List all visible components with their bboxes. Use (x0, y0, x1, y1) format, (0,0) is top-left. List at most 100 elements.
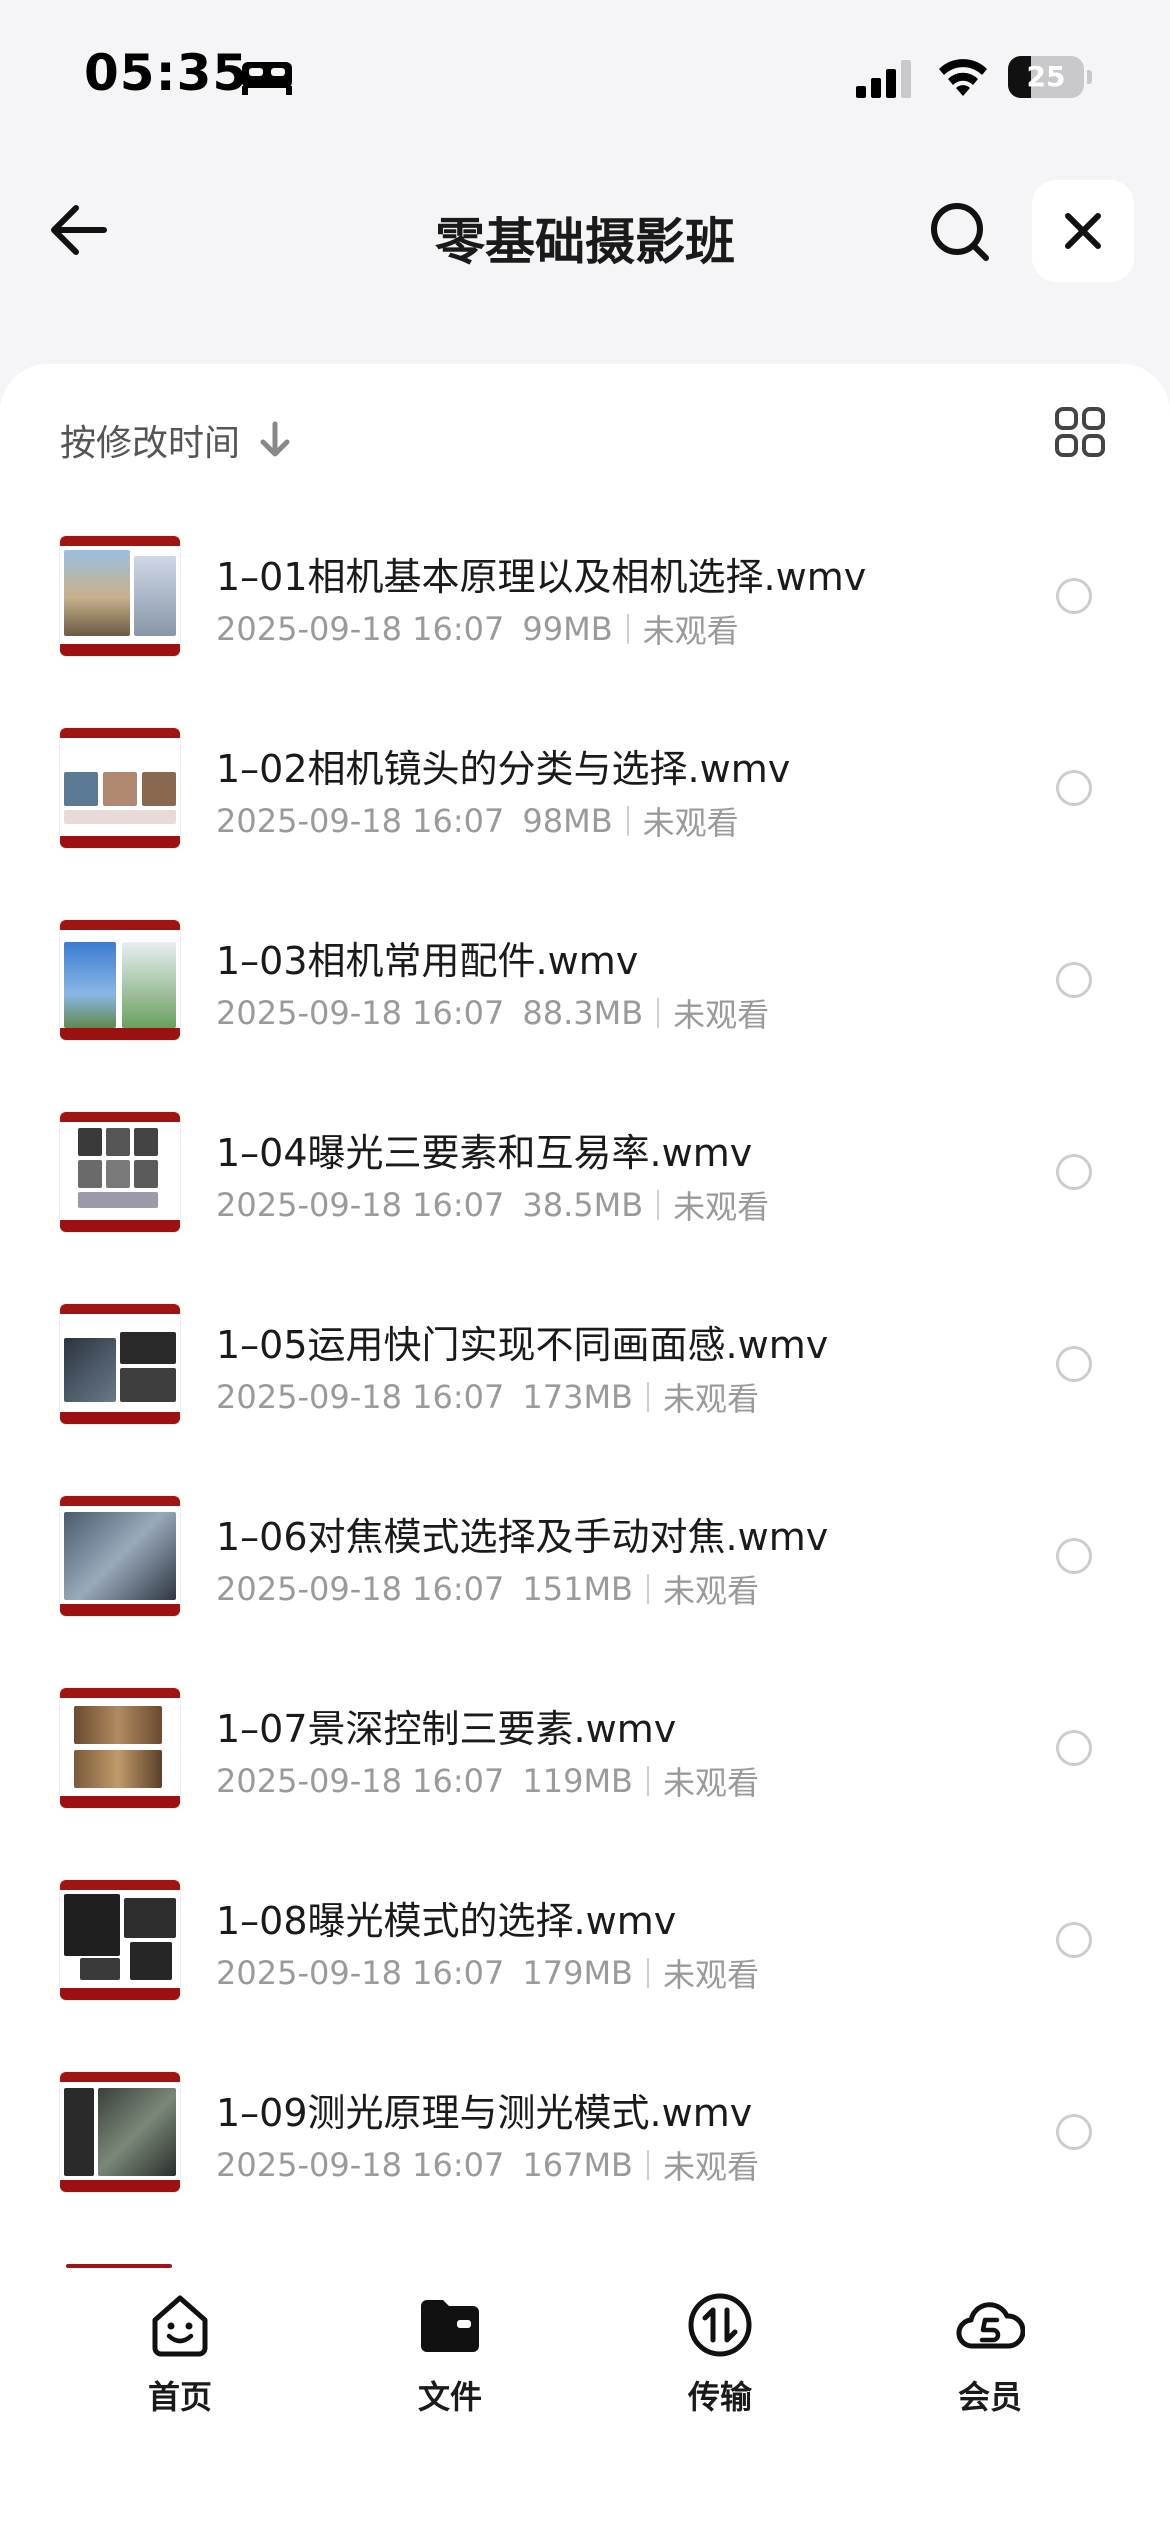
file-item[interactable]: 1–01相机基本原理以及相机选择.wmv 2025-09-18 16:07 99… (0, 534, 1170, 726)
bed-icon (242, 62, 292, 95)
bottom-tab-bar: 首页 文件 传输 会员 (0, 2268, 1170, 2532)
watch-status: 未观看 (642, 612, 739, 650)
file-item[interactable]: 1–04曝光三要素和互易率.wmv 2025-09-18 16:07 38.5M… (0, 1110, 1170, 1302)
file-date: 2025-09-18 16:07 (216, 610, 505, 648)
file-size: 119MB (522, 1762, 633, 1800)
select-radio[interactable] (1056, 1538, 1092, 1574)
video-thumbnail (60, 1880, 180, 2000)
search-icon[interactable] (928, 200, 992, 264)
tab-vip[interactable]: 会员 (900, 2290, 1080, 2440)
watch-status: 未观看 (663, 1956, 760, 1994)
status-bar: 05:35 25 (0, 0, 1170, 150)
watch-status: 未观看 (663, 1764, 760, 1802)
video-thumbnail (60, 536, 180, 656)
file-meta: 2025-09-18 16:07 38.5MB 未观看 (216, 1182, 769, 1228)
watch-status: 未观看 (663, 1572, 760, 1610)
file-meta: 2025-09-18 16:07 119MB 未观看 (216, 1758, 759, 1804)
file-item[interactable]: 1–03相机常用配件.wmv 2025-09-18 16:07 88.3MB 未… (0, 918, 1170, 1110)
sort-control[interactable]: 按修改时间 (60, 410, 292, 470)
sort-label: 按修改时间 (60, 423, 241, 464)
signal-icon (856, 60, 911, 98)
file-size: 173MB (522, 1378, 633, 1416)
file-date: 2025-09-18 16:07 (216, 994, 505, 1032)
file-meta: 2025-09-18 16:07 151MB 未观看 (216, 1566, 759, 1612)
file-size: 167MB (522, 2146, 633, 2184)
file-name: 1–05运用快门实现不同画面感.wmv (216, 1323, 829, 1367)
file-size: 38.5MB (522, 1186, 644, 1224)
video-thumbnail (60, 1112, 180, 1232)
tab-label: 首页 (147, 2378, 212, 2416)
file-size: 98MB (522, 802, 613, 840)
select-radio[interactable] (1056, 1346, 1092, 1382)
select-radio[interactable] (1056, 962, 1092, 998)
arrow-down-icon (260, 421, 290, 457)
file-name: 1–07景深控制三要素.wmv (216, 1707, 677, 1751)
file-item[interactable]: 1–08曝光模式的选择.wmv 2025-09-18 16:07 179MB 未… (0, 1878, 1170, 2070)
transfer-icon (688, 2293, 752, 2357)
watch-status: 未观看 (673, 1188, 770, 1226)
file-item[interactable]: 1–09测光原理与测光模式.wmv 2025-09-18 16:07 167MB… (0, 2070, 1170, 2262)
watch-status: 未观看 (642, 804, 739, 842)
tab-files[interactable]: 文件 (360, 2290, 540, 2440)
grid-view-icon[interactable] (1054, 406, 1106, 458)
file-list: 1–01相机基本原理以及相机选择.wmv 2025-09-18 16:07 99… (0, 534, 1170, 2262)
select-radio[interactable] (1056, 1730, 1092, 1766)
file-date: 2025-09-18 16:07 (216, 1378, 505, 1416)
close-button[interactable] (1032, 180, 1134, 282)
file-date: 2025-09-18 16:07 (216, 802, 505, 840)
select-radio[interactable] (1056, 2114, 1092, 2150)
tab-label: 传输 (687, 2378, 752, 2416)
file-meta: 2025-09-18 16:07 99MB 未观看 (216, 606, 739, 652)
header: 零基础摄影班 (0, 170, 1170, 290)
tab-label: 会员 (957, 2378, 1022, 2416)
file-name: 1–04曝光三要素和互易率.wmv (216, 1131, 753, 1175)
file-size: 179MB (522, 1954, 633, 1992)
tab-transfer[interactable]: 传输 (630, 2290, 810, 2440)
tab-label: 文件 (417, 2378, 482, 2416)
watch-status: 未观看 (673, 996, 770, 1034)
folder-icon (421, 2300, 479, 2352)
video-thumbnail (60, 1496, 180, 1616)
file-item[interactable]: 1–05运用快门实现不同画面感.wmv 2025-09-18 16:07 173… (0, 1302, 1170, 1494)
file-date: 2025-09-18 16:07 (216, 1762, 505, 1800)
file-date: 2025-09-18 16:07 (216, 2146, 505, 2184)
tab-home[interactable]: 首页 (90, 2290, 270, 2440)
select-radio[interactable] (1056, 1154, 1092, 1190)
file-item[interactable]: 1–07景深控制三要素.wmv 2025-09-18 16:07 119MB 未… (0, 1686, 1170, 1878)
file-name: 1–09测光原理与测光模式.wmv (216, 2091, 753, 2135)
smile-face-icon (152, 2295, 208, 2357)
file-meta: 2025-09-18 16:07 88.3MB 未观看 (216, 990, 769, 1036)
video-thumbnail (60, 2072, 180, 2192)
select-radio[interactable] (1056, 578, 1092, 614)
battery-level: 25 (1026, 60, 1066, 93)
watch-status: 未观看 (663, 1380, 760, 1418)
file-name: 1–02相机镜头的分类与选择.wmv (216, 747, 791, 791)
file-name: 1–08曝光模式的选择.wmv (216, 1899, 677, 1943)
file-date: 2025-09-18 16:07 (216, 1570, 505, 1608)
video-thumbnail (60, 1688, 180, 1808)
file-size: 99MB (522, 610, 613, 648)
wifi-icon (939, 59, 987, 96)
file-meta: 2025-09-18 16:07 98MB 未观看 (216, 798, 739, 844)
file-meta: 2025-09-18 16:07 173MB 未观看 (216, 1374, 759, 1420)
video-thumbnail (60, 728, 180, 848)
file-name: 1–03相机常用配件.wmv (216, 939, 639, 983)
file-meta: 2025-09-18 16:07 167MB 未观看 (216, 2142, 759, 2188)
file-name: 1–01相机基本原理以及相机选择.wmv (216, 555, 867, 599)
vip-cloud-icon (956, 2302, 1025, 2349)
video-thumbnail (60, 920, 180, 1040)
file-item[interactable]: 1–06对焦模式选择及手动对焦.wmv 2025-09-18 16:07 151… (0, 1494, 1170, 1686)
watch-status: 未观看 (663, 2148, 760, 2186)
page-title: 零基础摄影班 (435, 213, 735, 271)
video-thumbnail (60, 1304, 180, 1424)
file-list-card: 按修改时间 1–01相机基本原理以及相机选择.wmv 2025-09-18 16… (0, 364, 1170, 2532)
select-radio[interactable] (1056, 770, 1092, 806)
file-meta: 2025-09-18 16:07 179MB 未观看 (216, 1950, 759, 1996)
file-size: 151MB (522, 1570, 633, 1608)
close-icon (1065, 213, 1101, 249)
status-time: 05:35 (84, 44, 249, 102)
select-radio[interactable] (1056, 1922, 1092, 1958)
file-size: 88.3MB (522, 994, 644, 1032)
file-date: 2025-09-18 16:07 (216, 1186, 505, 1224)
file-item[interactable]: 1–02相机镜头的分类与选择.wmv 2025-09-18 16:07 98MB… (0, 726, 1170, 918)
